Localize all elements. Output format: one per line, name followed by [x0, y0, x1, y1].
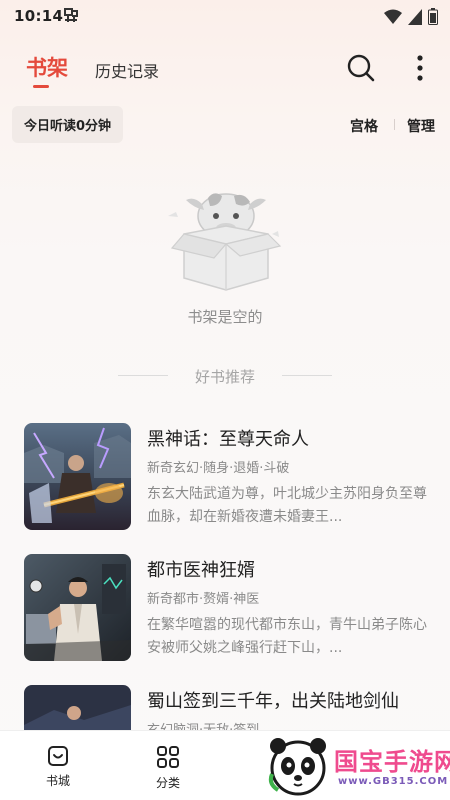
more-vertical-icon[interactable]	[410, 52, 430, 84]
search-icon[interactable]	[345, 52, 377, 84]
empty-shelf-text: 书架是空的	[187, 308, 263, 326]
nav-item-store[interactable]: 书城	[28, 745, 88, 789]
tab-history[interactable]: 历史记录	[95, 58, 159, 82]
divider-right	[282, 375, 332, 376]
manage-button[interactable]: 管理	[407, 116, 435, 136]
status-icons	[384, 8, 438, 25]
book-cover-image	[24, 685, 131, 730]
panda-logo-icon	[268, 738, 326, 796]
nav-item-category[interactable]: 分类	[138, 745, 198, 791]
watermark: 国宝手游网 www.GB315.COM	[262, 734, 450, 798]
book-cover-image	[24, 554, 131, 661]
book-title: 黑神话：至尊天命人	[147, 429, 309, 450]
book-item[interactable]: 都市医神狂婿 新奇都市·赘婿·神医 在繁华喧嚣的现代都市东山，青牛山弟子陈心安被…	[24, 554, 444, 662]
book-tags: 玄幻脑洞·无敌·签到	[147, 719, 259, 730]
grid-view-button[interactable]: 宫格	[350, 116, 378, 136]
book-description: 在繁华喧嚣的现代都市东山，青牛山弟子陈心安被师父姚之峰强行赶下山，...	[147, 617, 427, 656]
store-icon	[48, 746, 68, 766]
book-cover-image	[24, 423, 131, 530]
nav-label: 书城	[45, 774, 70, 788]
divider	[394, 119, 395, 130]
status-time: 10:14	[14, 7, 64, 25]
header: 书架 历史记录	[0, 40, 450, 96]
wifi-icon	[384, 9, 402, 24]
signal-icon	[408, 8, 422, 25]
watermark-url: www.GB315.COM	[338, 776, 449, 787]
tab-bookshelf[interactable]: 书架	[26, 52, 68, 82]
active-tab-indicator	[33, 85, 49, 88]
battery-icon	[428, 8, 438, 25]
book-title: 蜀山签到三千年，出关陆地剑仙	[147, 691, 399, 712]
app-notification-icon	[64, 8, 78, 22]
empty-box-cow-illustration	[168, 193, 282, 291]
book-description: 东玄大陆武道为尊，叶北城少主苏阳身负至尊血脉，却在新婚夜遭未婚妻王...	[147, 486, 427, 525]
book-tags: 新奇玄幻·随身·退婚·斗破	[147, 461, 290, 476]
category-icon	[157, 746, 179, 768]
recommend-section-title: 好书推荐	[194, 368, 255, 386]
book-item[interactable]: 黑神话：至尊天命人 新奇玄幻·随身·退婚·斗破 东玄大陆武道为尊，叶北城少主苏阳…	[24, 423, 444, 531]
watermark-text: 国宝手游网	[334, 748, 450, 776]
nav-label: 分类	[155, 776, 180, 790]
status-bar: 10:14	[0, 0, 450, 34]
reading-time-chip[interactable]: 今日听读0分钟	[12, 106, 123, 143]
book-title: 都市医神狂婿	[147, 560, 255, 581]
book-item[interactable]: 蜀山签到三千年，出关陆地剑仙 玄幻脑洞·无敌·签到	[24, 685, 444, 730]
book-tags: 新奇都市·赘婿·神医	[147, 592, 260, 607]
